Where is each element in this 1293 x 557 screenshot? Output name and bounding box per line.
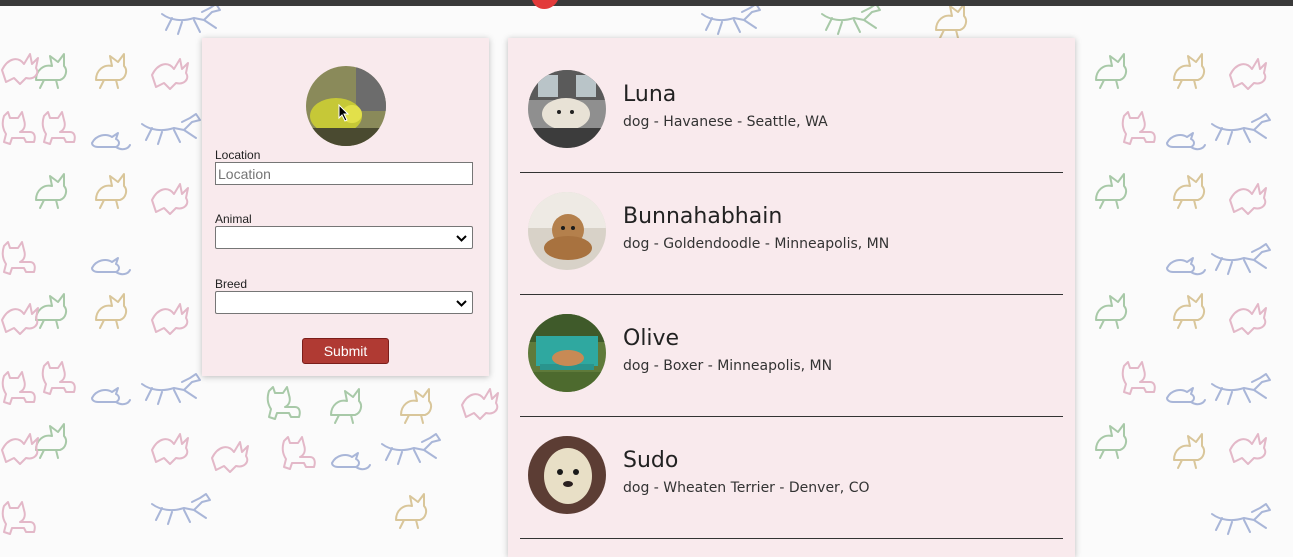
submit-button[interactable]: Submit <box>302 338 389 364</box>
animal-label: Animal <box>215 212 252 226</box>
location-input[interactable] <box>215 162 473 185</box>
search-panel: Location Animal Breed Submit <box>202 38 489 376</box>
chevron-down-icon <box>456 235 467 242</box>
pet-name: Luna <box>623 82 677 107</box>
breed-select[interactable] <box>215 291 473 314</box>
breed-label: Breed <box>215 277 248 291</box>
pet-card-olive[interactable]: Olive dog - Boxer - Minneapolis, MN <box>520 294 1063 417</box>
pet-info: dog - Goldendoodle - Minneapolis, MN <box>623 236 890 252</box>
pet-card-sudo[interactable]: Sudo dog - Wheaten Terrier - Denver, CO <box>520 416 1063 539</box>
location-label: Location <box>215 148 261 162</box>
mouse-cursor-icon <box>338 104 350 122</box>
pet-photo <box>528 314 606 392</box>
chevron-down-icon <box>456 300 467 307</box>
pet-name: Olive <box>623 326 680 351</box>
pet-info: dog - Boxer - Minneapolis, MN <box>623 358 833 374</box>
pet-info: dog - Havanese - Seattle, WA <box>623 114 828 130</box>
pet-name: Bunnahabhain <box>623 204 783 229</box>
browser-top-edge <box>0 0 1293 6</box>
animal-select[interactable] <box>215 226 473 249</box>
site-logo-fragment <box>532 0 558 9</box>
pet-info: dog - Wheaten Terrier - Denver, CO <box>623 480 870 496</box>
pet-card-luna[interactable]: Luna dog - Havanese - Seattle, WA <box>520 50 1063 173</box>
pet-photo <box>528 70 606 148</box>
pet-photo <box>528 436 606 514</box>
pet-card-bunnahabhain[interactable]: Bunnahabhain dog - Goldendoodle - Minnea… <box>520 172 1063 295</box>
pet-photo <box>528 192 606 270</box>
pet-name: Sudo <box>623 448 679 473</box>
results-panel: Luna dog - Havanese - Seattle, WA Bunnah… <box>508 38 1075 557</box>
search-panel-avatar <box>306 66 386 146</box>
